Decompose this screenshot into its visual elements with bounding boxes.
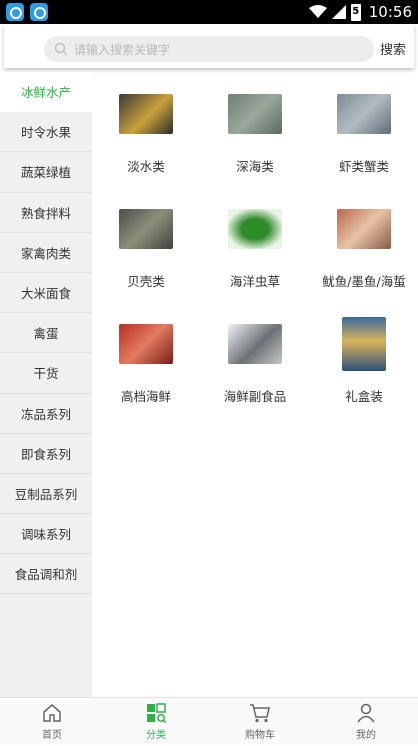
profile-icon: [357, 703, 375, 723]
tab-label: 分类: [146, 730, 166, 741]
subcategory-label: 虾类蟹类: [338, 159, 389, 174]
subcategory-label: 深海类: [236, 159, 274, 174]
cart-icon: [250, 704, 270, 723]
sidebar-item-frozen-series[interactable]: 冻品系列: [0, 394, 92, 434]
subcategory-label: 海洋虫草: [229, 274, 280, 289]
subcategory-label: 礼盒装: [345, 389, 383, 404]
sidebar-item-poultry-meat[interactable]: 家禽肉类: [0, 233, 92, 273]
tab-label: 首页: [42, 730, 62, 741]
subcategory-sea-cordyceps[interactable]: 海洋虫草: [201, 209, 309, 290]
tab-profile[interactable]: 我的: [314, 698, 418, 746]
subcategory-shrimp-crab[interactable]: 虾类蟹类: [310, 94, 418, 175]
tab-label: 购物车: [245, 730, 275, 741]
status-icons: 5 10:56: [308, 0, 412, 24]
battery-level: 5: [352, 5, 360, 17]
gift-box-image: [342, 317, 386, 371]
sidebar-item-seasonal-fruit[interactable]: 时令水果: [0, 112, 92, 153]
tab-category[interactable]: 分类: [104, 698, 208, 746]
premium-seafood-image: [119, 324, 173, 364]
subcategory-label: 海鲜副食品: [223, 389, 287, 404]
crab-image: [337, 94, 391, 134]
tab-label: 我的: [356, 730, 376, 741]
sidebar-item-soy-products[interactable]: 豆制品系列: [0, 474, 92, 515]
squid-image: [337, 209, 391, 249]
subcategory-shellfish[interactable]: 贝壳类: [92, 209, 200, 290]
seaweed-image: [228, 209, 282, 249]
sidebar-item-frozen-seafood[interactable]: 冰鲜水产: [0, 72, 92, 113]
freshwater-fish-image: [119, 94, 173, 134]
bottom-tab-bar: 首页 分类 购物车 我的: [0, 697, 418, 745]
tab-cart[interactable]: 购物车: [208, 698, 312, 746]
app-notification-icon: [6, 3, 24, 21]
subcategory-seafood-sides[interactable]: 海鲜副食品: [201, 324, 309, 405]
sidebar-item-eggs[interactable]: 禽蛋: [0, 313, 92, 354]
wifi-icon: [308, 5, 327, 18]
subcategory-squid-cuttlefish-jellyfish[interactable]: 鱿鱼/墨鱼/海蜇: [310, 209, 418, 290]
search-placeholder: 请输入搜索关键字: [74, 42, 171, 57]
subcategory-label: 贝壳类: [127, 274, 165, 289]
subcategory-label: 淡水类: [127, 159, 165, 174]
search-input[interactable]: 请输入搜索关键字: [44, 36, 374, 62]
subcategory-label: 鱿鱼/墨鱼/海蜇: [322, 274, 406, 289]
sidebar-item-vegetables[interactable]: 蔬菜绿植: [0, 152, 92, 193]
home-icon: [43, 704, 61, 722]
status-bar: 5 10:56: [0, 0, 418, 24]
signal-icon: [331, 5, 346, 19]
clock: 10:56: [368, 3, 412, 21]
category-icon: [147, 703, 167, 724]
sidebar-item-dry-goods[interactable]: 干货: [0, 353, 92, 394]
subcategory-deep-sea[interactable]: 深海类: [201, 94, 309, 175]
subcategory-label: 高档海鲜: [120, 389, 171, 404]
search-button[interactable]: 搜索: [380, 39, 406, 58]
search-bar: 请输入搜索关键字 搜索: [4, 24, 414, 68]
sidebar-item-ready-to-eat[interactable]: 即食系列: [0, 434, 92, 474]
search-icon: [54, 42, 68, 56]
battery-icon: 5: [350, 3, 361, 21]
tab-home[interactable]: 首页: [0, 698, 104, 746]
subcategory-freshwater[interactable]: 淡水类: [92, 94, 200, 175]
deep-sea-image: [228, 94, 282, 134]
sidebar-item-seasoning[interactable]: 调味系列: [0, 514, 92, 555]
app-notification-icon: [30, 3, 48, 21]
sidebar-item-rice-noodles[interactable]: 大米面食: [0, 273, 92, 314]
sidebar-item-food-additives[interactable]: 食品调和剂: [0, 554, 92, 595]
sidebar-item-cooked-food[interactable]: 熟食拌料: [0, 193, 92, 233]
subcategory-premium-seafood[interactable]: 高档海鲜: [92, 324, 200, 405]
subcategory-gift-box[interactable]: 礼盒装: [310, 317, 418, 405]
fish-head-image: [228, 324, 282, 364]
shellfish-image: [119, 209, 173, 249]
category-sidebar: 冰鲜水产 时令水果 蔬菜绿植 熟食拌料 家禽肉类 大米面食 禽蛋 干货 冻品系列…: [0, 72, 92, 697]
